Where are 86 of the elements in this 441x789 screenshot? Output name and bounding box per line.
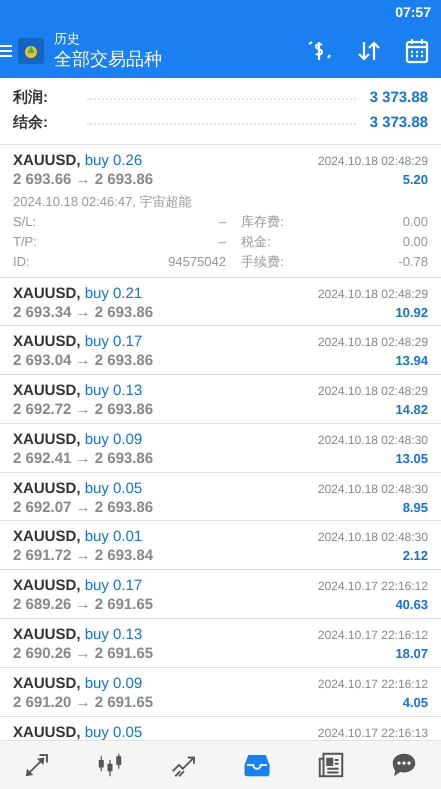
symbol: XAUUSD, <box>13 724 81 740</box>
deal-profit: 2.12 <box>402 547 428 566</box>
deal-time: 2024.10.18 02:48:29 <box>318 153 428 170</box>
price-range: 2 693.66 → 2 693.86 <box>13 171 154 189</box>
deal-row[interactable]: XAUUSD, buy 0.13 2024.10.18 02:48:29 2 692.72 → 2 693.86 14.82 <box>0 375 441 424</box>
order-side: buy 0.09 <box>84 674 142 692</box>
detail-value: – <box>218 232 226 250</box>
symbol: XAUUSD, <box>13 480 81 497</box>
detail-label: S/L: <box>13 212 38 230</box>
deal-time: 2024.10.17 22:16:12 <box>318 627 428 644</box>
screen-subtitle: 历史 <box>54 31 81 47</box>
detail-value: 94575042 <box>167 252 226 270</box>
clock: 07:57 <box>395 2 431 22</box>
deal-time: 2024.10.18 02:48:29 <box>318 286 428 302</box>
deal-row[interactable]: XAUUSD, buy 0.13 2024.10.17 22:16:12 2 690.26 → 2 691.65 18.07 <box>0 619 441 668</box>
deal-row[interactable]: XAUUSD, buy 0.17 2024.10.17 22:16:12 2 689.26 → 2 691.65 40.63 <box>0 570 441 620</box>
deal-profit: 5.20 <box>402 171 428 189</box>
symbol: XAUUSD, <box>13 284 81 302</box>
detail-label: T/P: <box>13 232 38 250</box>
price-range: 2 692.41 → 2 693.86 <box>13 450 154 468</box>
symbol: XAUUSD, <box>13 430 81 448</box>
deal-time: 2024.10.17 22:16:12 <box>318 676 428 693</box>
symbol: XAUUSD, <box>13 626 81 644</box>
symbol: XAUUSD, <box>13 152 81 169</box>
open-info: 2024.10.18 02:46:47, 宇宙超能 <box>13 192 193 210</box>
summary-value: 3 373.88 <box>370 113 428 134</box>
deal-row[interactable]: XAUUSD, buy 0.09 2024.10.17 22:16:12 2 691.20 → 2 691.65 4.05 <box>0 668 441 717</box>
deal-row[interactable]: XAUUSD, buy 0.05 2024.10.18 02:48:30 2 692.07 → 2 693.86 8.95 <box>0 472 441 522</box>
deal-profit: 10.92 <box>395 304 428 322</box>
menu-icon[interactable] <box>0 45 12 57</box>
order-side: buy 0.13 <box>84 626 142 644</box>
price-range: 2 692.72 → 2 693.86 <box>13 401 154 420</box>
detail-label: 税金: <box>241 232 271 250</box>
order-side: buy 0.21 <box>84 284 142 302</box>
order-side: buy 0.05 <box>84 480 142 497</box>
deal-profit: 4.05 <box>402 694 428 712</box>
deal-time: 2024.10.18 02:48:30 <box>318 529 428 546</box>
price-range: 2 692.07 → 2 693.86 <box>13 498 154 517</box>
symbol: XAUUSD, <box>13 382 81 400</box>
deal-time: 2024.10.17 22:16:13 <box>318 724 428 740</box>
price-range: 2 690.26 → 2 691.65 <box>13 645 154 664</box>
price-range: 2 691.20 → 2 691.65 <box>13 694 154 712</box>
deal-profit: 18.07 <box>395 645 428 664</box>
price-range: 2 689.26 → 2 691.65 <box>13 596 154 614</box>
symbol: XAUUSD, <box>13 333 81 350</box>
order-side: buy 0.13 <box>84 382 142 400</box>
calendar-icon[interactable] <box>405 38 429 64</box>
summary-label: 利润: <box>13 88 49 108</box>
deal-time: 2024.10.18 02:48:29 <box>318 383 428 400</box>
price-range: 2 693.04 → 2 693.86 <box>13 352 154 370</box>
detail-value: -0.78 <box>398 252 428 270</box>
detail-value: 0.00 <box>402 212 428 230</box>
deal-time: 2024.10.17 22:16:12 <box>318 578 428 596</box>
deal-row[interactable]: XAUUSD, buy 0.01 2024.10.18 02:48:30 2 691.72 → 2 693.84 2.12 <box>0 521 441 570</box>
order-side: buy 0.17 <box>84 577 142 594</box>
summary-label: 结余: <box>13 113 49 134</box>
detail-value: – <box>218 212 226 230</box>
order-side: buy 0.09 <box>84 430 142 448</box>
deal-row[interactable]: XAUUSD, buy 0.17 2024.10.18 02:48:29 2 693.04 → 2 693.86 13.94 <box>0 326 441 376</box>
detail-label: 手续费: <box>241 252 284 270</box>
deal-row[interactable]: XAUUSD, buy 0.21 2024.10.18 02:48:29 2 693.34 → 2 693.86 10.92 <box>0 278 441 326</box>
deal-profit: 14.82 <box>395 401 428 420</box>
app-logo-icon <box>18 38 44 64</box>
deal-row[interactable]: XAUUSD, buy 0.09 2024.10.18 02:48:30 2 692.41 → 2 693.86 13.05 <box>0 424 441 473</box>
detail-value: 0.00 <box>402 232 428 250</box>
deal-time: 2024.10.18 02:48:30 <box>318 480 428 498</box>
deal-profit: 13.94 <box>395 352 428 370</box>
deal-profit: 8.95 <box>402 498 428 517</box>
summary-value: 3 373.88 <box>370 88 428 108</box>
sort-arrows-icon[interactable] <box>357 39 381 63</box>
symbol: XAUUSD, <box>13 674 81 692</box>
price-range: 2 693.34 → 2 693.86 <box>13 304 154 322</box>
detail-label: 库存费: <box>241 212 284 230</box>
order-side: buy 0.01 <box>84 528 142 546</box>
screen-title: 全部交易品种 <box>54 48 162 71</box>
deal-time: 2024.10.18 02:48:29 <box>318 334 428 352</box>
order-side: buy 0.26 <box>84 152 142 169</box>
order-side: buy 0.17 <box>84 333 142 350</box>
symbol: XAUUSD, <box>13 528 81 546</box>
detail-label: ID: <box>13 252 31 270</box>
price-range: 2 691.72 → 2 693.84 <box>13 547 154 566</box>
order-side: buy 0.05 <box>84 724 142 740</box>
deal-profit: 40.63 <box>395 596 428 614</box>
deal-time: 2024.10.18 02:48:30 <box>318 432 428 449</box>
symbol: XAUUSD, <box>13 577 81 594</box>
deal-profit: 13.05 <box>395 450 428 468</box>
